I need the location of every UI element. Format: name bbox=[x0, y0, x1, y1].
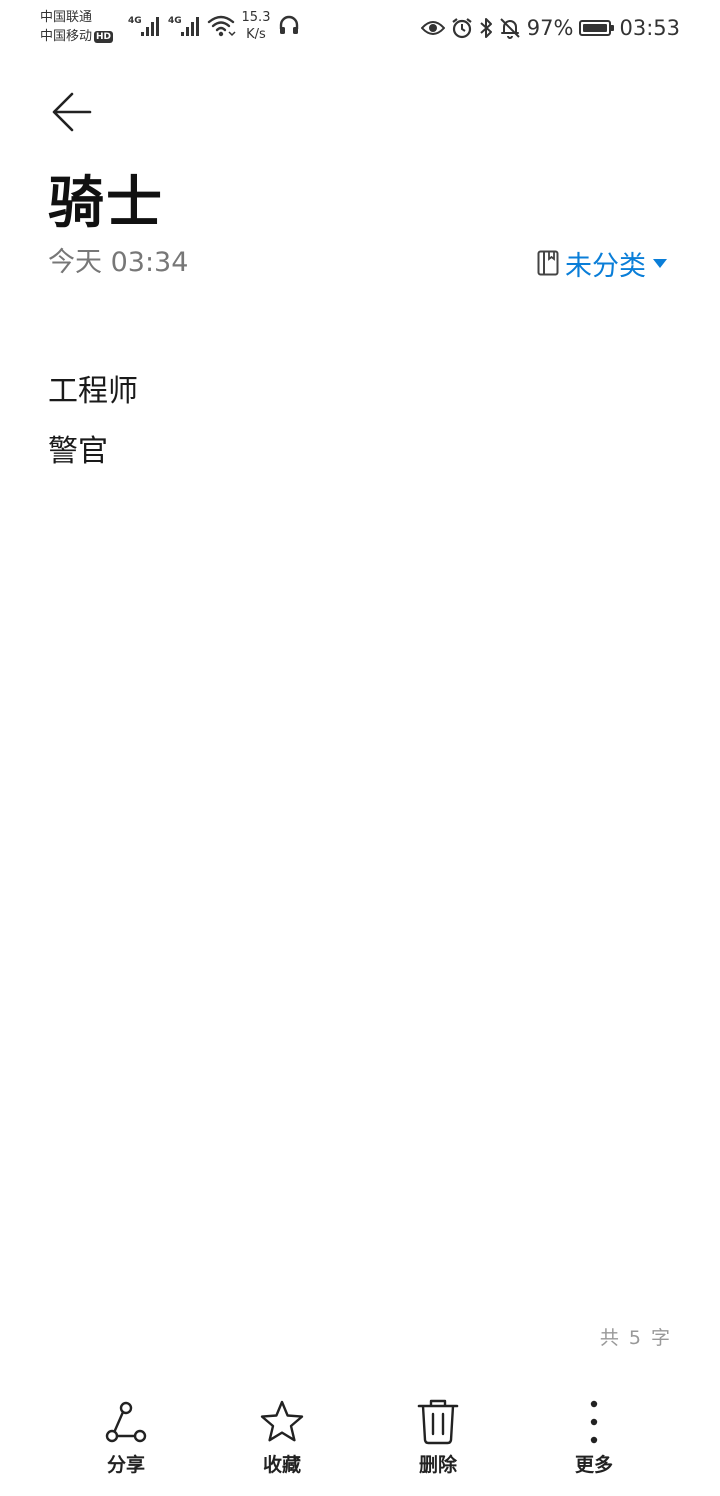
word-count: 共 5 字 bbox=[599, 1327, 672, 1349]
alarm-icon bbox=[452, 18, 472, 39]
share-icon bbox=[105, 1401, 147, 1443]
share-button[interactable]: 分享 bbox=[66, 1396, 186, 1488]
triangle-down-icon bbox=[653, 259, 667, 268]
modified-time: 今天 03:34 bbox=[48, 247, 189, 278]
network-speed-value: 15.3 bbox=[241, 10, 271, 25]
signal-2-label: 4G bbox=[168, 16, 182, 26]
cell-signal-icon: 4G bbox=[128, 16, 159, 36]
note-line[interactable]: 工程师 bbox=[48, 362, 668, 422]
status-bar: 中国联通 中国移动 HD 4G 4G 15.3 K/s 97% 03:53 bbox=[0, 0, 720, 56]
back-button[interactable] bbox=[44, 84, 100, 140]
battery-icon bbox=[579, 20, 615, 36]
battery-percent: 97% bbox=[526, 16, 574, 40]
network-speed: 15.3 K/s bbox=[240, 9, 272, 43]
note-title[interactable]: 骑士 bbox=[48, 168, 164, 240]
bluetooth-icon bbox=[480, 18, 492, 38]
category-selector[interactable]: 未分类 bbox=[537, 245, 668, 282]
note-content[interactable]: 工程师 警官 bbox=[48, 362, 668, 482]
more-button[interactable]: 更多 bbox=[534, 1396, 654, 1488]
carrier-2-label: 中国移动 bbox=[40, 29, 93, 44]
star-icon bbox=[260, 1400, 304, 1442]
hd-badge: HD bbox=[94, 31, 114, 43]
status-icons-right: 97% 03:53 bbox=[420, 14, 680, 42]
arrow-left-icon bbox=[52, 92, 92, 132]
carrier-1-label: 中国联通 bbox=[40, 10, 93, 25]
delete-button[interactable]: 删除 bbox=[378, 1396, 498, 1488]
network-speed-unit: K/s bbox=[246, 27, 266, 42]
trash-icon bbox=[417, 1399, 459, 1445]
favorite-label: 收藏 bbox=[262, 1454, 301, 1476]
cell-signal-icon: 4G bbox=[168, 16, 199, 36]
favorite-button[interactable]: 收藏 bbox=[222, 1396, 342, 1488]
note-line[interactable]: 警官 bbox=[48, 422, 668, 482]
carrier-info: 中国联通 中国移动 HD bbox=[40, 8, 114, 46]
bottom-toolbar: 分享 收藏 删除 更多 bbox=[48, 1396, 672, 1488]
notebook-icon bbox=[537, 250, 559, 276]
more-label: 更多 bbox=[574, 1454, 613, 1476]
headset-icon bbox=[279, 15, 299, 34]
delete-label: 删除 bbox=[418, 1454, 457, 1476]
wifi-icon bbox=[207, 15, 236, 37]
clock: 03:53 bbox=[619, 16, 680, 40]
bell-muted-icon bbox=[500, 18, 520, 39]
category-label: 未分类 bbox=[565, 250, 646, 282]
signal-1-label: 4G bbox=[128, 16, 142, 26]
eye-comfort-icon bbox=[420, 21, 445, 35]
share-label: 分享 bbox=[106, 1454, 145, 1476]
more-vertical-icon bbox=[590, 1400, 598, 1444]
